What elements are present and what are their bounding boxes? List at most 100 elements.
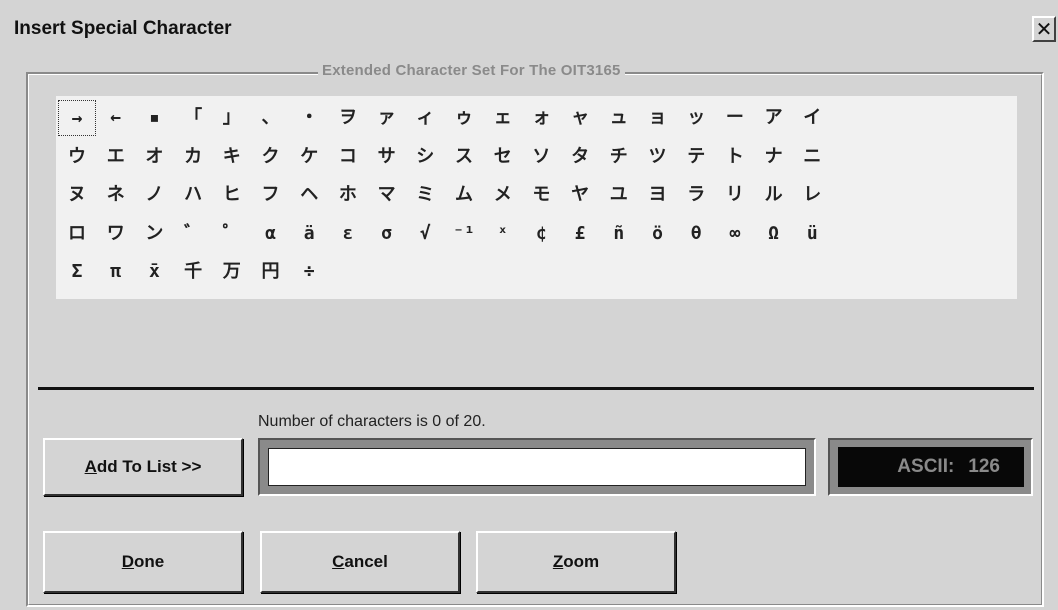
character-cell[interactable]: キ [213,139,251,175]
character-cell[interactable]: x̄ [135,254,173,290]
character-cell[interactable]: ñ [600,216,638,252]
character-cell[interactable]: 」 [213,100,251,136]
character-cell[interactable]: ン [135,216,173,252]
character-cell[interactable]: ァ [368,100,406,136]
character-cell[interactable]: ハ [174,177,212,213]
done-button[interactable]: Done [43,531,243,593]
close-button[interactable]: ✕ [1032,16,1056,42]
character-cell[interactable]: ソ [522,139,560,175]
character-cell[interactable]: ヨ [639,177,677,213]
character-cell[interactable]: マ [368,177,406,213]
character-cell[interactable]: ネ [97,177,135,213]
character-cell[interactable]: 円 [252,254,290,290]
character-cell[interactable]: ゜ [213,216,251,252]
character-cell[interactable]: ョ [639,100,677,136]
character-cell[interactable]: → [58,100,96,136]
character-cell[interactable]: ナ [755,139,793,175]
character-cell[interactable]: ä [290,216,328,252]
character-cell[interactable]: √ [406,216,444,252]
character-cell[interactable]: ャ [561,100,599,136]
character-cell[interactable]: ⁻¹ [445,216,483,252]
character-cell[interactable]: ヒ [213,177,251,213]
cancel-button[interactable]: Cancel [260,531,460,593]
character-cell[interactable]: ス [445,139,483,175]
character-cell[interactable]: α [252,216,290,252]
character-cell[interactable]: ヤ [561,177,599,213]
character-cell[interactable]: イ [793,100,831,136]
character-cell[interactable]: ェ [484,100,522,136]
character-cell[interactable]: π [97,254,135,290]
character-cell[interactable]: サ [368,139,406,175]
character-cell[interactable]: 万 [213,254,251,290]
ascii-label: ASCII: [897,456,955,477]
character-cell[interactable]: ü [793,216,831,252]
character-cell[interactable]: ロ [58,216,96,252]
character-cell[interactable]: ッ [677,100,715,136]
character-cell[interactable]: ム [445,177,483,213]
character-cell[interactable]: 「 [174,100,212,136]
character-cell[interactable]: テ [677,139,715,175]
character-cell[interactable]: 千 [174,254,212,290]
character-cell[interactable]: Σ [58,254,96,290]
character-cell[interactable]: ク [252,139,290,175]
character-cell[interactable]: シ [406,139,444,175]
character-cell[interactable]: ア [755,100,793,136]
character-cell[interactable]: θ [677,216,715,252]
character-cell[interactable]: ュ [600,100,638,136]
cancel-mnemonic: C [332,552,345,571]
character-cell[interactable]: モ [522,177,560,213]
character-cell[interactable]: ワ [97,216,135,252]
character-cell[interactable]: エ [97,139,135,175]
character-cell[interactable]: ˣ [484,216,522,252]
character-cell[interactable]: タ [561,139,599,175]
character-cell[interactable]: メ [484,177,522,213]
character-cell[interactable]: ö [639,216,677,252]
character-cell[interactable]: ニ [793,139,831,175]
character-cell[interactable]: セ [484,139,522,175]
character-cell[interactable]: ミ [406,177,444,213]
character-cell[interactable]: ル [755,177,793,213]
character-cell[interactable]: ヘ [290,177,328,213]
character-cell[interactable]: ε [329,216,367,252]
character-cell[interactable]: ィ [406,100,444,136]
character-cell[interactable]: £ [561,216,599,252]
character-cell[interactable]: ラ [677,177,715,213]
character-cell[interactable]: ユ [600,177,638,213]
character-cell[interactable]: ト [716,139,754,175]
character-cell[interactable]: ケ [290,139,328,175]
character-cell[interactable]: ▪ [135,100,173,136]
character-count-label: Number of characters is 0 of 20. [258,413,486,430]
zoom-button[interactable]: Zoom [476,531,676,593]
character-cell[interactable]: ¢ [522,216,560,252]
character-cell[interactable]: ツ [639,139,677,175]
add-to-list-button[interactable]: Add To List >> [43,438,243,496]
character-cell[interactable]: レ [793,177,831,213]
character-cell[interactable]: ゛ [174,216,212,252]
character-cell[interactable]: カ [174,139,212,175]
character-cell[interactable]: ノ [135,177,173,213]
ascii-value: 126 [968,456,1000,477]
character-cell[interactable]: ヲ [329,100,367,136]
ascii-readout: ASCII: 126 [838,447,1024,487]
character-cell[interactable]: フ [252,177,290,213]
zoom-label: oom [563,552,600,571]
character-cell[interactable]: チ [600,139,638,175]
character-cell[interactable]: ヌ [58,177,96,213]
character-cell[interactable]: Ω [755,216,793,252]
character-cell[interactable]: ← [97,100,135,136]
character-cell[interactable]: リ [716,177,754,213]
character-cell[interactable]: ・ [290,100,328,136]
character-cell[interactable]: ホ [329,177,367,213]
character-cell[interactable]: ÷ [290,254,328,290]
character-cell[interactable]: 、 [252,100,290,136]
character-cell[interactable]: ウ [58,139,96,175]
character-list-input[interactable] [268,448,806,486]
character-cell[interactable]: σ [368,216,406,252]
character-cell[interactable]: ー [716,100,754,136]
character-cell[interactable]: ∞ [716,216,754,252]
character-cell[interactable]: ォ [522,100,560,136]
character-cell[interactable]: オ [135,139,173,175]
character-grid: → ← ▪ 「」、・ヲァィゥェォャュョッーアイウエオカキクケコサシスセソタチツテトナニ… [56,96,1017,299]
character-cell[interactable]: コ [329,139,367,175]
character-cell[interactable]: ゥ [445,100,483,136]
